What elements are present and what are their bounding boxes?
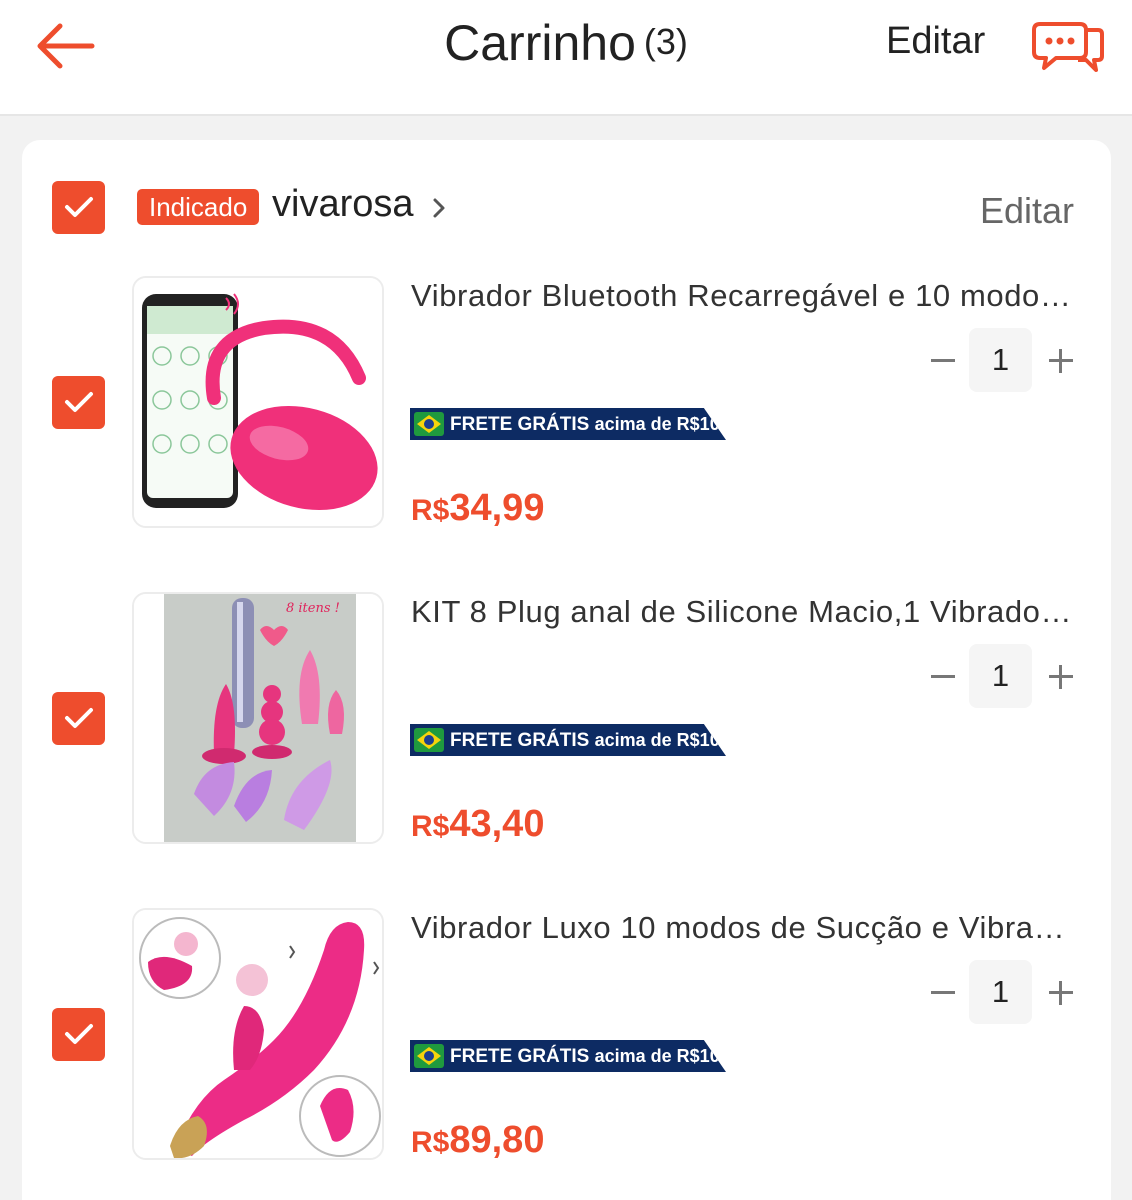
preferred-badge: Indicado bbox=[137, 189, 260, 225]
shop-header: Indicado vivarosa Editar bbox=[22, 140, 1111, 270]
product-title[interactable]: Vibrador Bluetooth Recarregável e 10 mod… bbox=[411, 278, 1079, 314]
brazil-flag-icon bbox=[414, 412, 444, 436]
product-image[interactable]: 8 itens ! bbox=[132, 592, 384, 844]
quantity-stepper: 1 bbox=[925, 328, 1079, 392]
chat-bubbles-icon bbox=[1032, 22, 1104, 72]
product-price: R$43,40 bbox=[411, 803, 544, 846]
top-bar: Carrinho (3) Editar bbox=[0, 0, 1132, 116]
brazil-flag-icon bbox=[414, 1044, 444, 1068]
free-shipping-text: FRETE GRÁTIS acima de R$10 bbox=[450, 408, 720, 440]
brazil-flag-icon bbox=[414, 728, 444, 752]
cart-item: Vibrador Luxo 10 modos de Sucção e Vibra… bbox=[22, 908, 1111, 1178]
decrease-quantity-button[interactable] bbox=[925, 328, 965, 392]
free-shipping-banner: FRETE GRÁTIS acima de R$10 bbox=[410, 724, 726, 756]
product-image[interactable] bbox=[132, 276, 384, 528]
check-icon bbox=[65, 197, 93, 217]
page-title-text: Carrinho bbox=[444, 15, 636, 71]
price-value: 89,80 bbox=[449, 1119, 545, 1161]
quantity-value[interactable]: 1 bbox=[969, 644, 1032, 708]
svg-text:8 itens !: 8 itens ! bbox=[286, 601, 340, 616]
free-shipping-text: FRETE GRÁTIS acima de R$10 bbox=[450, 724, 720, 756]
shop-edit-button[interactable]: Editar bbox=[980, 190, 1074, 232]
quantity-stepper: 1 bbox=[925, 960, 1079, 1024]
free-shipping-label: FRETE GRÁTIS bbox=[450, 730, 590, 751]
price-currency: R$ bbox=[411, 494, 450, 527]
decrease-quantity-button[interactable] bbox=[925, 644, 965, 708]
check-icon bbox=[65, 392, 93, 412]
item-checkbox[interactable] bbox=[52, 376, 105, 429]
edit-cart-button[interactable]: Editar bbox=[886, 20, 985, 63]
product-price: R$89,80 bbox=[411, 1119, 544, 1162]
shop-name[interactable]: vivarosa bbox=[272, 183, 414, 226]
item-checkbox[interactable] bbox=[52, 692, 105, 745]
product-title[interactable]: KIT 8 Plug anal de Silicone Macio,1 Vibr… bbox=[411, 594, 1079, 630]
price-currency: R$ bbox=[411, 810, 450, 843]
free-shipping-banner: FRETE GRÁTIS acima de R$10 bbox=[410, 1040, 726, 1072]
check-icon bbox=[65, 1024, 93, 1044]
increase-quantity-button[interactable] bbox=[1043, 960, 1079, 1024]
product-photo bbox=[134, 278, 382, 526]
chevron-right-icon[interactable] bbox=[432, 197, 446, 219]
free-shipping-condition: acima de R$10 bbox=[594, 1046, 720, 1066]
product-price: R$34,99 bbox=[411, 487, 544, 530]
product-photo bbox=[134, 910, 382, 1158]
price-currency: R$ bbox=[411, 1126, 450, 1159]
chat-button[interactable] bbox=[1030, 16, 1106, 76]
decrease-quantity-button[interactable] bbox=[925, 960, 965, 1024]
increase-quantity-button[interactable] bbox=[1043, 644, 1079, 708]
free-shipping-condition: acima de R$10 bbox=[594, 414, 720, 434]
product-photo: 8 itens ! bbox=[134, 594, 382, 842]
increase-quantity-button[interactable] bbox=[1043, 328, 1079, 392]
free-shipping-text: FRETE GRÁTIS acima de R$10 bbox=[450, 1040, 720, 1072]
shop-checkbox[interactable] bbox=[52, 181, 105, 234]
free-shipping-banner: FRETE GRÁTIS acima de R$10 bbox=[410, 408, 726, 440]
shop-card: Indicado vivarosa Editar Vibrador Blueto… bbox=[22, 140, 1111, 1200]
cart-count: (3) bbox=[643, 21, 688, 62]
quantity-value[interactable]: 1 bbox=[969, 328, 1032, 392]
check-icon bbox=[65, 708, 93, 728]
product-image[interactable] bbox=[132, 908, 384, 1160]
free-shipping-label: FRETE GRÁTIS bbox=[450, 1046, 590, 1067]
item-checkbox[interactable] bbox=[52, 1008, 105, 1061]
cart-item: 8 itens ! KIT 8 Plug anal de Silicone Ma… bbox=[22, 592, 1111, 862]
free-shipping-label: FRETE GRÁTIS bbox=[450, 414, 590, 435]
quantity-value[interactable]: 1 bbox=[969, 960, 1032, 1024]
price-value: 34,99 bbox=[449, 487, 545, 529]
cart-item: Vibrador Bluetooth Recarregável e 10 mod… bbox=[22, 276, 1111, 546]
product-title[interactable]: Vibrador Luxo 10 modos de Sucção e Vibra… bbox=[411, 910, 1079, 946]
free-shipping-condition: acima de R$10 bbox=[594, 730, 720, 750]
price-value: 43,40 bbox=[449, 803, 545, 845]
quantity-stepper: 1 bbox=[925, 644, 1079, 708]
